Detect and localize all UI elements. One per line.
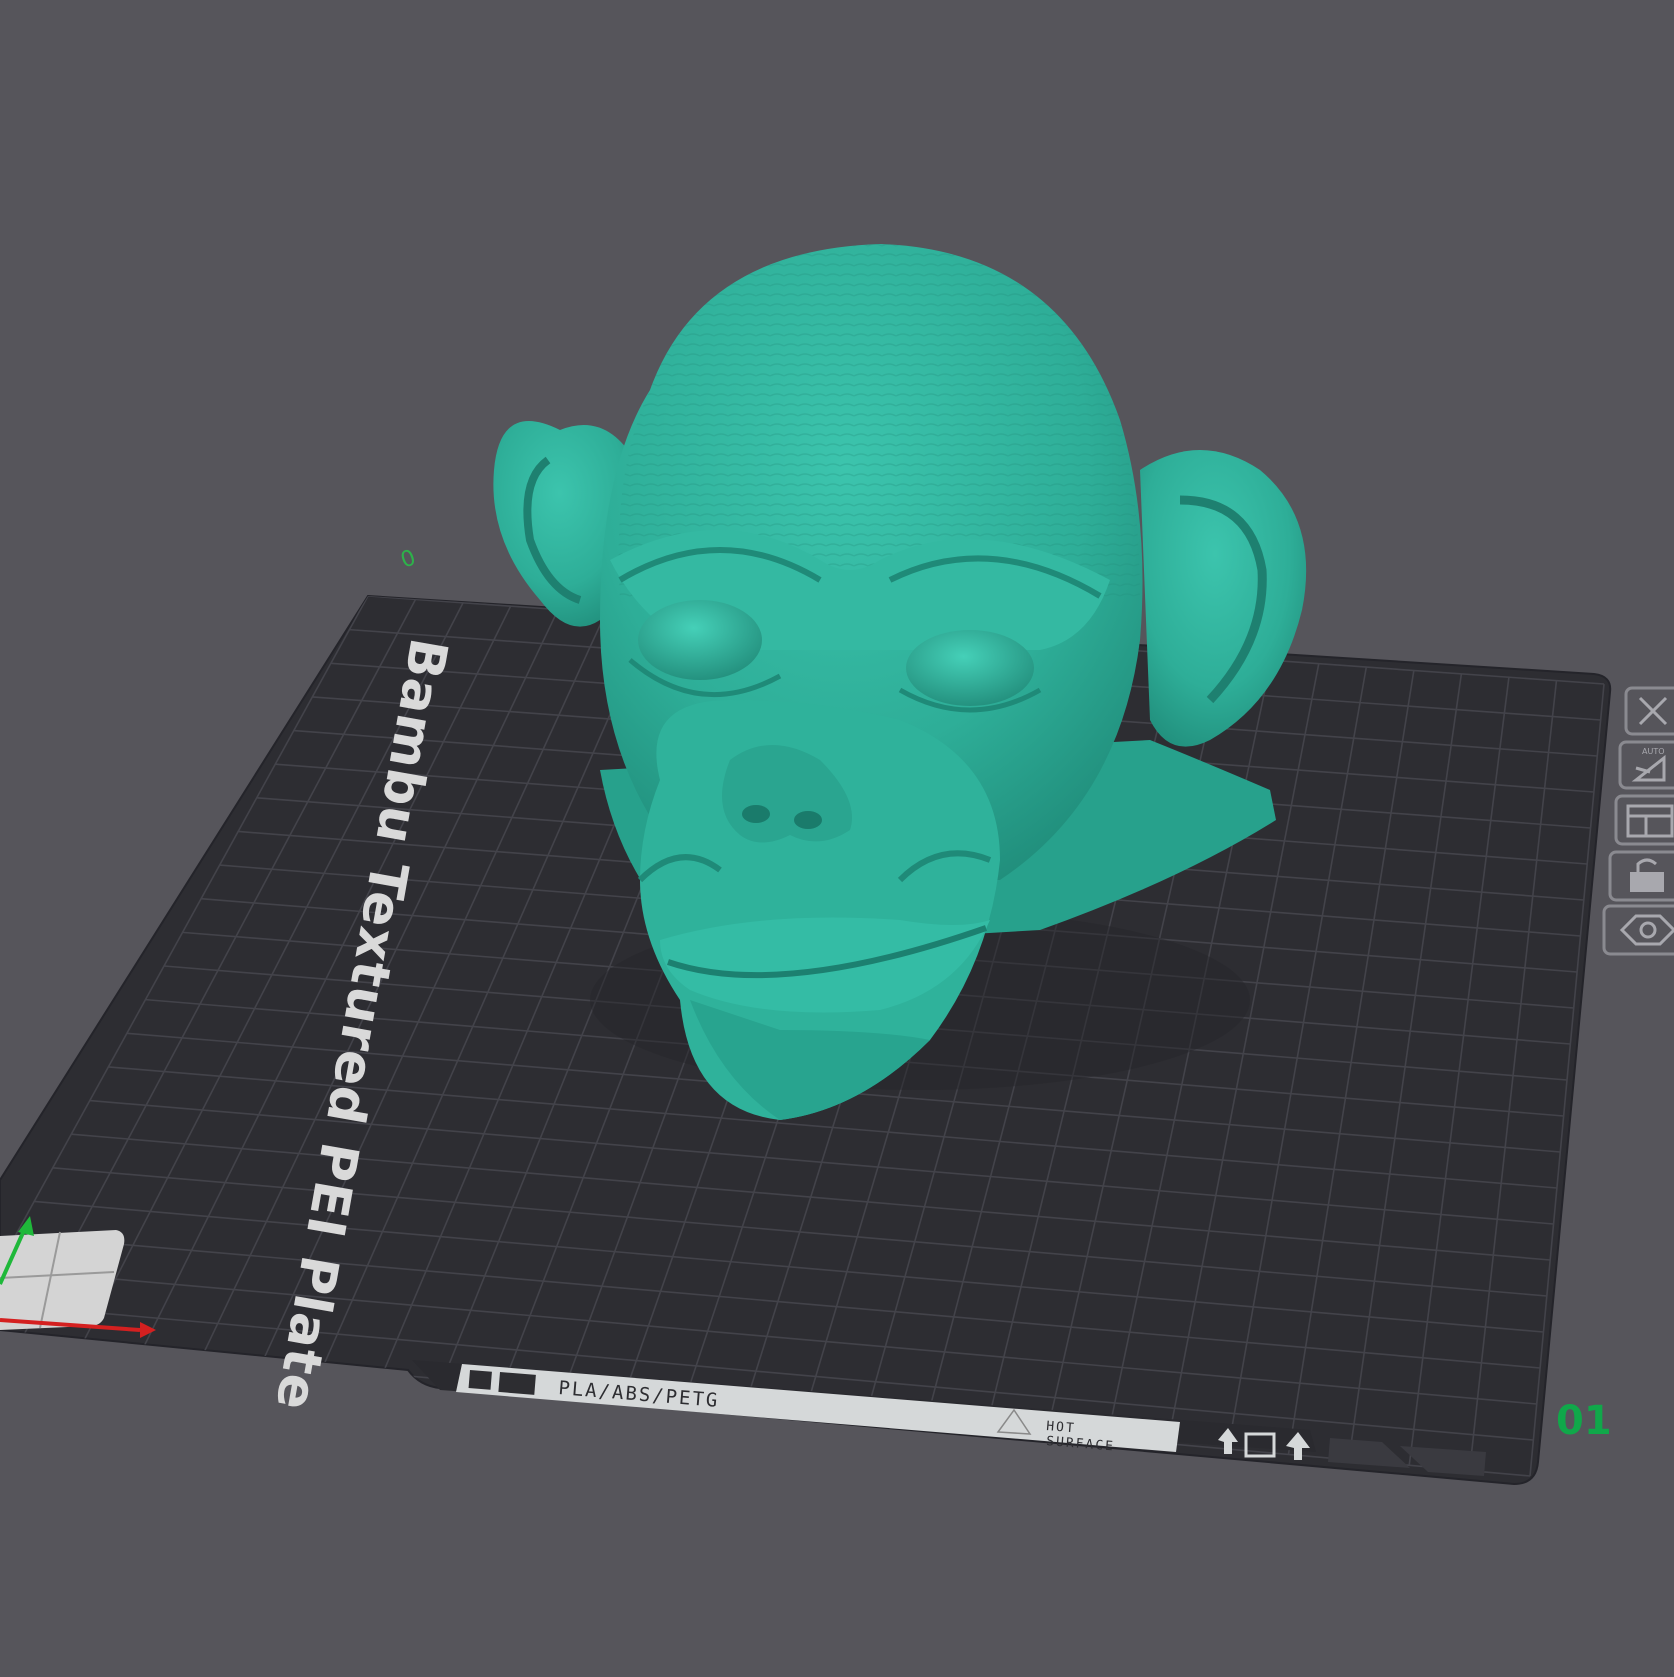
plate-settings-button[interactable] [1602, 904, 1674, 956]
remove-plate-button[interactable] [1624, 686, 1674, 736]
origin-label: 0 [398, 545, 420, 573]
plate-toolbar: AUTO [1602, 686, 1674, 956]
3d-viewport[interactable]: PLA/ABS/PETG HOT SURFACE Bambu Textured … [0, 0, 1674, 1673]
left-eye [638, 600, 762, 680]
lock-plate-button[interactable] [1608, 850, 1674, 902]
right-eye [906, 630, 1034, 706]
plate-number[interactable]: 01 [1556, 1398, 1612, 1444]
chimp-head-model[interactable] [493, 244, 1307, 1120]
auto-badge: AUTO [1642, 747, 1665, 756]
arrange-button[interactable] [1614, 794, 1674, 846]
auto-orient-button[interactable]: AUTO [1618, 740, 1674, 790]
